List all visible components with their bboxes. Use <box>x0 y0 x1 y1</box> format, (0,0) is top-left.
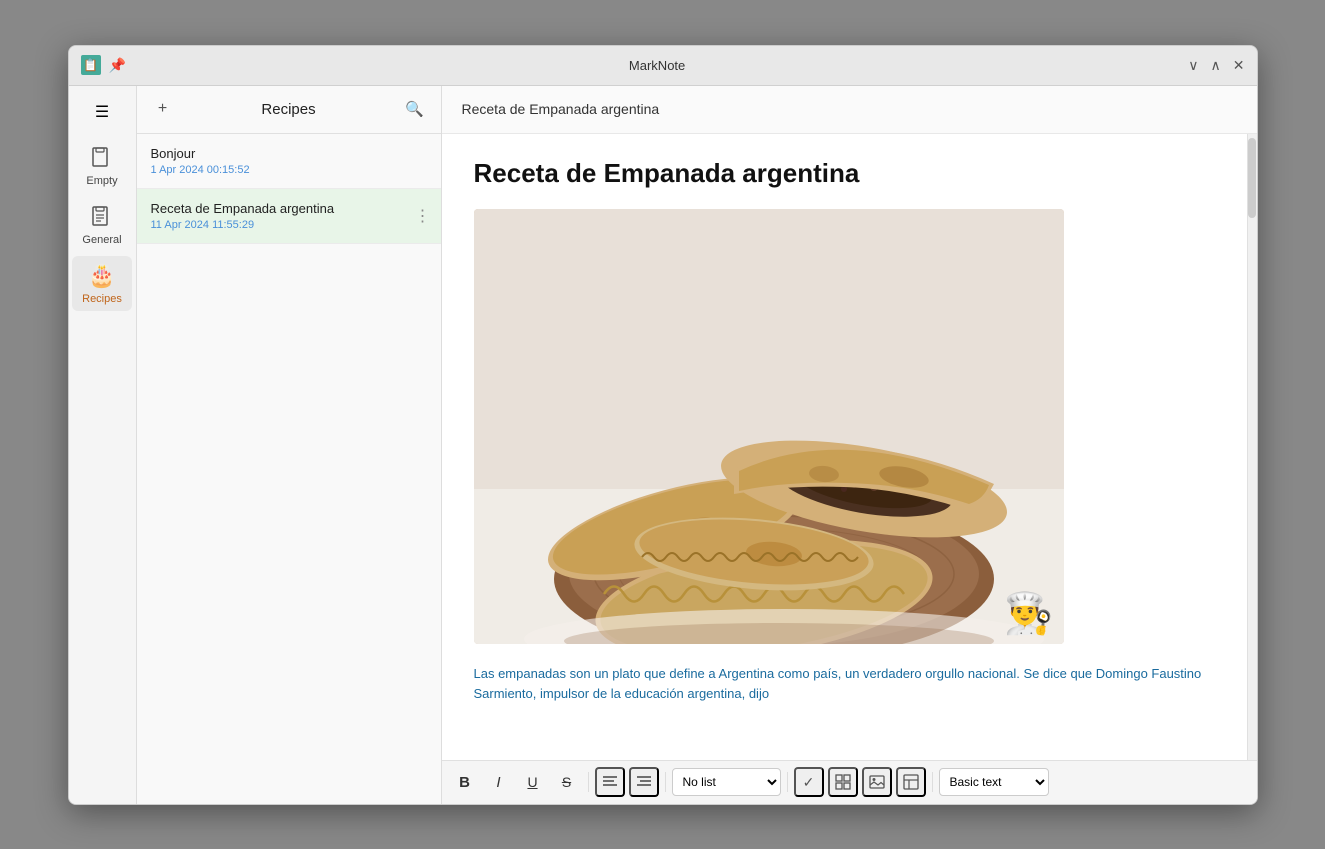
add-note-button[interactable]: + <box>149 95 177 123</box>
maximize-button[interactable]: ∧ <box>1211 57 1221 74</box>
editor-header: Receta de Empanada argentina <box>442 86 1257 134</box>
notes-panel-header: + Recipes 🔍 <box>137 86 441 134</box>
check-icon: ✓ <box>803 774 815 791</box>
sidebar-item-empty-label: Empty <box>86 175 117 187</box>
icon-sidebar: ☰ Empty <box>69 86 137 804</box>
note-title: Receta de Empanada argentina <box>474 158 1225 189</box>
scrollbar-thumb[interactable] <box>1248 138 1256 218</box>
task-check-button[interactable]: ✓ <box>794 767 824 797</box>
toolbar-divider-1 <box>588 772 589 792</box>
italic-button[interactable]: I <box>484 767 514 797</box>
hamburger-icon: ☰ <box>95 102 109 122</box>
sidebar-item-recipes-label: Recipes <box>82 293 122 305</box>
recipes-icon: 🎂 <box>88 262 116 290</box>
title-bar: 📋 📌 MarkNote ∨ ∧ ✕ <box>69 46 1257 86</box>
editor-body-text[interactable]: Las empanadas son un plato que define a … <box>474 664 1225 706</box>
list-type-select[interactable]: No list Bullet list Numbered list Task l… <box>672 768 781 796</box>
app-icon: 📋 <box>81 55 101 75</box>
window-controls: ∨ ∧ ✕ <box>1188 57 1244 74</box>
sidebar-item-general[interactable]: General <box>72 197 132 252</box>
chef-emoji: 👨‍🍳 <box>1004 594 1054 634</box>
search-button[interactable]: 🔍 <box>401 95 429 123</box>
table-icon <box>835 774 851 790</box>
editor-header-title: Receta de Empanada argentina <box>462 101 660 117</box>
underline-button[interactable]: U <box>518 767 548 797</box>
editor-toolbar: B I U S <box>442 760 1257 804</box>
image-insert-button[interactable] <box>862 767 892 797</box>
toolbar-divider-3 <box>787 772 788 792</box>
editor-content[interactable]: Receta de Empanada argentina <box>442 134 1257 760</box>
align-right-button[interactable] <box>629 767 659 797</box>
note-item-bonjour-title: Bonjour <box>151 146 427 161</box>
recipe-image: 👨‍🍳 <box>474 209 1064 644</box>
table-insert-button[interactable] <box>828 767 858 797</box>
embed-icon <box>903 774 919 790</box>
notes-panel-title: Recipes <box>185 101 393 118</box>
editor-area: Receta de Empanada argentina Receta de E… <box>442 86 1257 804</box>
app-window: 📋 📌 MarkNote ∨ ∧ ✕ ☰ Empty <box>68 45 1258 805</box>
app-body: ☰ Empty <box>69 86 1257 804</box>
window-title: MarkNote <box>629 58 685 73</box>
search-icon: 🔍 <box>405 100 424 118</box>
note-item-bonjour[interactable]: Bonjour 1 Apr 2024 00:15:52 ⋮ <box>137 134 441 189</box>
hamburger-menu-button[interactable]: ☰ <box>72 94 132 130</box>
align-right-icon <box>636 775 652 789</box>
add-icon: + <box>158 100 167 118</box>
general-icon <box>88 203 116 231</box>
image-icon <box>869 775 885 789</box>
empty-icon <box>88 144 116 172</box>
embed-button[interactable] <box>896 767 926 797</box>
notes-panel: + Recipes 🔍 Bonjour 1 Apr 2024 00:15:52 … <box>137 86 442 804</box>
toolbar-divider-2 <box>665 772 666 792</box>
sidebar-item-recipes[interactable]: 🎂 Recipes <box>72 256 132 311</box>
align-left-icon <box>602 775 618 789</box>
pin-icon[interactable]: 📌 <box>109 57 126 74</box>
toolbar-divider-4 <box>932 772 933 792</box>
note-item-empanada-date: 11 Apr 2024 11:55:29 <box>151 219 427 231</box>
text-style-select[interactable]: Basic text Heading 1 Heading 2 Heading 3 <box>939 768 1049 796</box>
note-item-bonjour-date: 1 Apr 2024 00:15:52 <box>151 164 427 176</box>
note-item-empanada-title: Receta de Empanada argentina <box>151 201 427 216</box>
align-left-button[interactable] <box>595 767 625 797</box>
sidebar-item-general-label: General <box>82 234 121 246</box>
note-item-empanada[interactable]: Receta de Empanada argentina 11 Apr 2024… <box>137 189 441 244</box>
scrollbar-track[interactable] <box>1247 134 1257 760</box>
minimize-button[interactable]: ∨ <box>1188 57 1198 74</box>
title-bar-left: 📋 📌 <box>81 55 126 75</box>
note-item-empanada-menu[interactable]: ⋮ <box>415 206 431 226</box>
note-list: Bonjour 1 Apr 2024 00:15:52 ⋮ Receta de … <box>137 134 441 804</box>
strikethrough-button[interactable]: S <box>552 767 582 797</box>
bold-button[interactable]: B <box>450 767 480 797</box>
sidebar-item-empty[interactable]: Empty <box>72 138 132 193</box>
close-button[interactable]: ✕ <box>1233 57 1245 74</box>
